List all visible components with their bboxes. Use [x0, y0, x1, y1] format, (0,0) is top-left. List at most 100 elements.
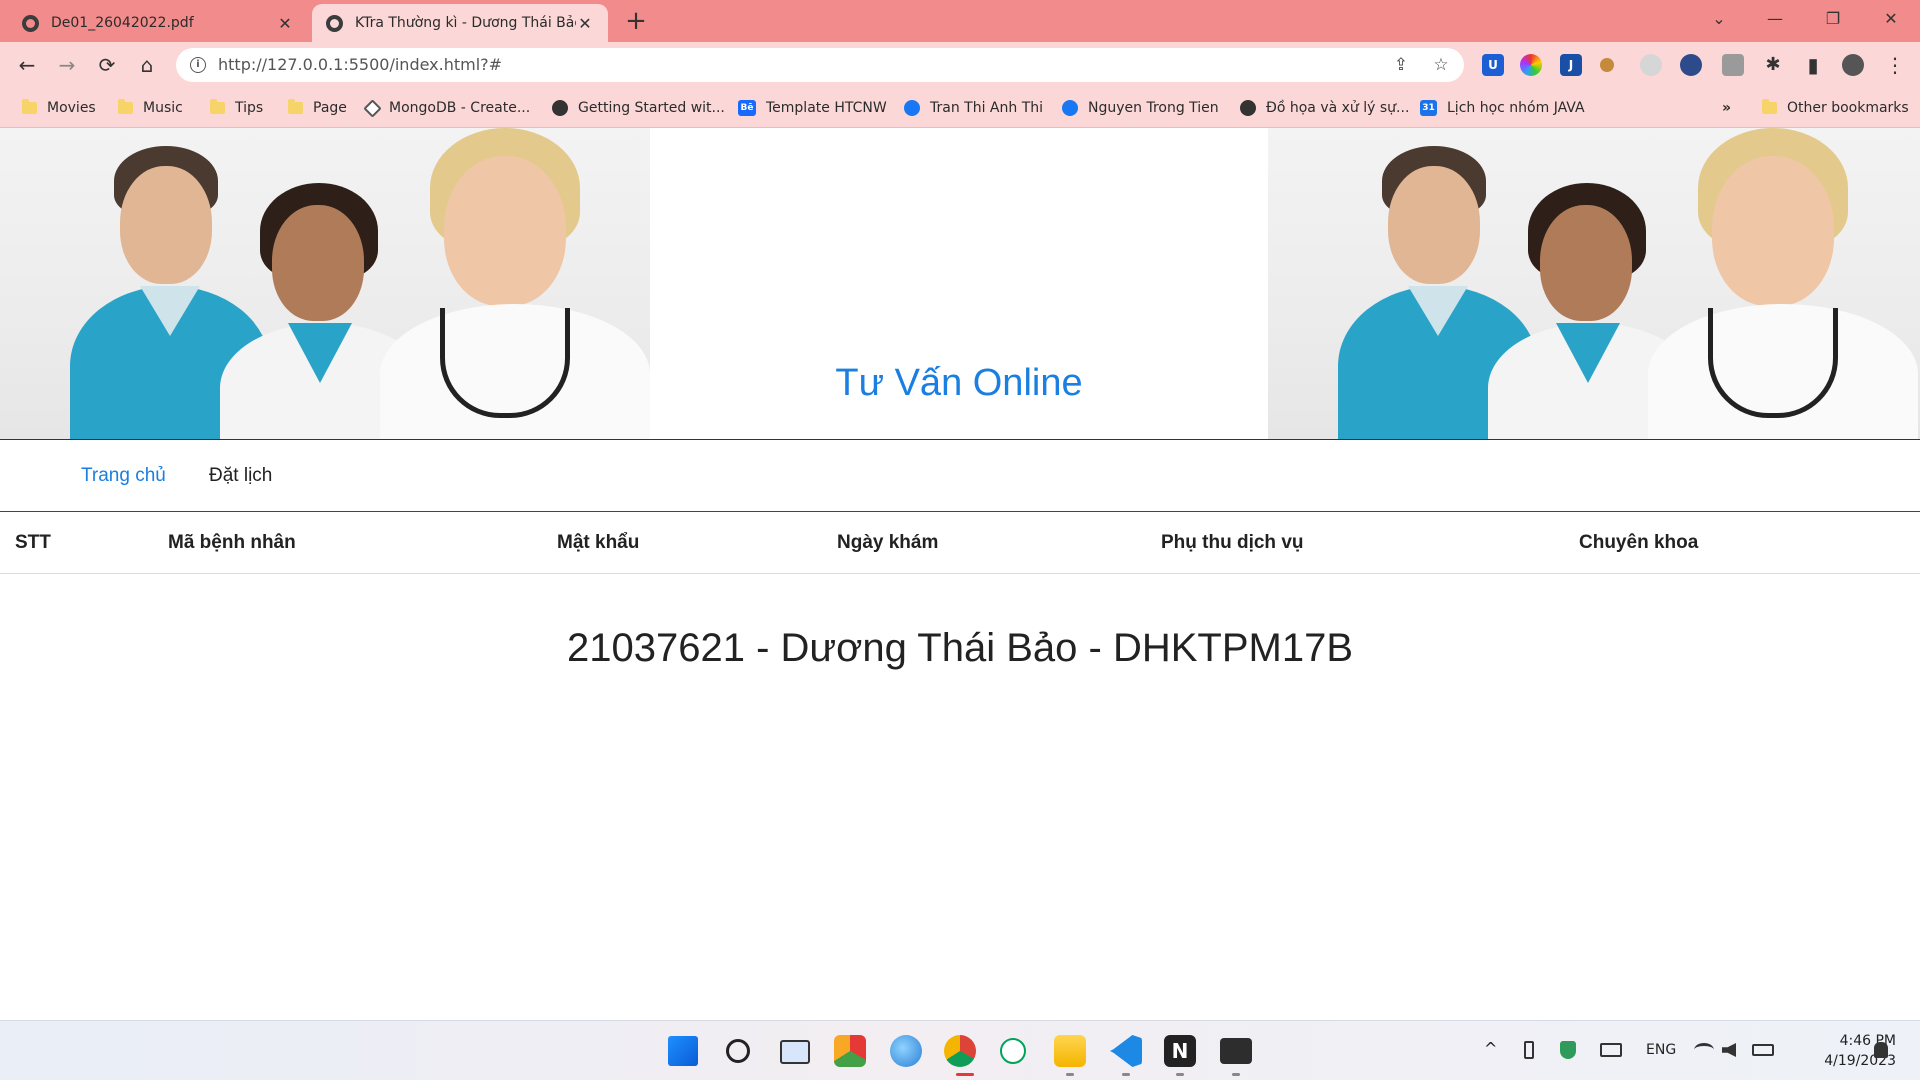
- tab-pdf[interactable]: De01_26042022.pdf ✕: [8, 4, 308, 42]
- tab-search-button[interactable]: ⌄: [1696, 0, 1742, 38]
- bookmark-star-icon[interactable]: ☆: [1430, 54, 1452, 76]
- bookmark-movies[interactable]: Movies: [22, 98, 96, 118]
- usb-icon[interactable]: [1524, 1041, 1534, 1059]
- profile-extension-icon[interactable]: [1680, 54, 1702, 76]
- folder-icon: [118, 99, 133, 114]
- site-navbar: Trang chủ Đặt lịch: [0, 441, 1920, 512]
- notification-bell-icon[interactable]: [1874, 1042, 1888, 1058]
- mongodb-icon: [363, 98, 382, 118]
- file-explorer-icon[interactable]: [1054, 1035, 1086, 1067]
- bookmarks-overflow-button[interactable]: »: [1722, 98, 1731, 118]
- column-header-phu-thu: Phụ thu dịch vụ: [1161, 532, 1304, 553]
- avatar[interactable]: [1842, 54, 1864, 76]
- windows-start-icon[interactable]: [668, 1036, 698, 1066]
- close-tab-icon[interactable]: ✕: [576, 14, 594, 33]
- tab-active-page[interactable]: KTra Thường kì - Dương Thái Bảo ✕: [312, 4, 608, 42]
- close-window-button[interactable]: ✕: [1868, 0, 1914, 38]
- facebook-icon: [1062, 100, 1078, 116]
- column-header-stt: STT: [15, 532, 51, 553]
- globe-icon: [22, 14, 39, 32]
- browser-toolbar: ← → ⟳ ⌂ i http://127.0.0.1:5500/index.ht…: [0, 42, 1920, 88]
- wifi-icon[interactable]: [1694, 1043, 1714, 1057]
- web-page: Tư Vấn Online Trang chủ Đặt lịch STT Mã …: [0, 128, 1920, 1020]
- tab-strip: De01_26042022.pdf ✕ KTra Thường kì - Dươ…: [0, 0, 1920, 42]
- doctors-image-right: [1268, 128, 1920, 439]
- bookmark-do-hoa[interactable]: Đồ họa và xử lý sự...: [1240, 98, 1409, 118]
- folder-icon: [22, 99, 37, 114]
- keyboard-icon[interactable]: [1600, 1043, 1622, 1057]
- close-tab-icon[interactable]: ✕: [276, 14, 294, 33]
- facebook-icon: [904, 100, 920, 116]
- extensions-puzzle-icon[interactable]: ✱: [1758, 50, 1788, 80]
- bookmark-nguyen-trong-tien[interactable]: Nguyen Trong Tien: [1062, 98, 1219, 118]
- tab-title: KTra Thường kì - Dương Thái Bảo: [355, 15, 576, 31]
- share-icon[interactable]: ⇪: [1390, 54, 1412, 76]
- compass-extension-icon[interactable]: [1640, 54, 1662, 76]
- site-info-icon[interactable]: i: [190, 57, 206, 73]
- security-shield-icon[interactable]: [1560, 1041, 1576, 1059]
- camera-extension-icon[interactable]: [1722, 54, 1744, 76]
- minimize-button[interactable]: —: [1752, 0, 1798, 38]
- cookie-extension-icon[interactable]: [1600, 58, 1614, 72]
- globe-icon: [326, 14, 343, 32]
- running-indicator: [1122, 1073, 1130, 1076]
- running-indicator: [1066, 1073, 1074, 1076]
- color-picker-extension-icon[interactable]: [1520, 54, 1542, 76]
- column-header-chuyen-khoa: Chuyên khoa: [1579, 532, 1699, 553]
- globe-icon: [552, 100, 568, 116]
- bookmark-tips[interactable]: Tips: [210, 98, 263, 118]
- calendar-icon: 31: [1420, 100, 1437, 116]
- tab-title: De01_26042022.pdf: [51, 15, 194, 31]
- url-text[interactable]: http://127.0.0.1:5500/index.html?#: [218, 48, 502, 82]
- forward-button[interactable]: →: [52, 50, 82, 80]
- bookmarks-bar: Movies Music Tips Page MongoDB - Create.…: [0, 88, 1920, 128]
- nav-link-dat-lich[interactable]: Đặt lịch: [209, 465, 272, 487]
- page-title: Tư Vấn Online: [835, 362, 1083, 404]
- mongodb-compass-icon[interactable]: [1000, 1038, 1026, 1064]
- task-view-icon[interactable]: [780, 1040, 810, 1064]
- bookmark-mongodb[interactable]: MongoDB - Create...: [363, 98, 530, 118]
- behance-icon: Bē: [738, 100, 756, 116]
- battery-icon[interactable]: [1752, 1044, 1774, 1056]
- running-indicator: [1176, 1073, 1184, 1076]
- vscode-icon[interactable]: [1110, 1035, 1142, 1067]
- bookmark-page[interactable]: Page: [288, 98, 347, 118]
- app-icon[interactable]: [834, 1035, 866, 1067]
- bitwarden-extension-icon[interactable]: U: [1482, 54, 1504, 76]
- address-bar[interactable]: i http://127.0.0.1:5500/index.html?# ⇪ ☆: [176, 48, 1464, 82]
- column-header-mat-khau: Mật khẩu: [557, 532, 640, 553]
- terminal-icon[interactable]: [1220, 1038, 1252, 1064]
- student-info-heading: 21037621 - Dương Thái Bảo - DHKTPM17B: [567, 626, 1353, 670]
- bookmark-lich-hoc-java[interactable]: 31 Lịch học nhóm JAVA: [1420, 98, 1585, 118]
- nav-link-trang-chu[interactable]: Trang chủ: [81, 465, 166, 487]
- restore-button[interactable]: ❐: [1810, 0, 1856, 38]
- taskbar: N ^ ENG 4:46 PM 4/19/2023: [0, 1020, 1920, 1080]
- bookmark-getting-started[interactable]: Getting Started wit...: [552, 98, 725, 118]
- column-header-ma-benh-nhan: Mã bệnh nhân: [168, 532, 296, 553]
- back-button[interactable]: ←: [12, 50, 42, 80]
- bookmark-tran-thi-anh-thi[interactable]: Tran Thi Anh Thi: [904, 98, 1043, 118]
- search-icon[interactable]: [726, 1039, 750, 1063]
- column-header-ngay-kham: Ngày khám: [837, 532, 939, 553]
- language-indicator[interactable]: ENG: [1646, 1042, 1676, 1058]
- show-hidden-icons-icon[interactable]: ^: [1484, 1039, 1497, 1058]
- other-bookmarks[interactable]: Other bookmarks: [1762, 98, 1909, 118]
- home-button[interactable]: ⌂: [132, 50, 162, 80]
- folder-icon: [210, 99, 225, 114]
- bookmark-template-htcnw[interactable]: Bē Template HTCNW: [738, 98, 887, 118]
- menu-icon[interactable]: ⋮: [1880, 50, 1910, 80]
- globe-icon: [1240, 100, 1256, 116]
- new-tab-button[interactable]: +: [620, 6, 652, 38]
- bookmark-music[interactable]: Music: [118, 98, 183, 118]
- reload-button[interactable]: ⟳: [92, 50, 122, 80]
- header-banner: Tư Vấn Online: [0, 128, 1920, 440]
- volume-icon[interactable]: [1722, 1043, 1736, 1057]
- folder-icon: [288, 99, 303, 114]
- paint-icon[interactable]: [890, 1035, 922, 1067]
- chrome-icon[interactable]: [944, 1035, 976, 1067]
- doctors-image-left: [0, 128, 650, 439]
- table-header-row: STT Mã bệnh nhân Mật khẩu Ngày khám Phụ …: [0, 514, 1920, 574]
- notion-icon[interactable]: N: [1164, 1035, 1196, 1067]
- side-panel-icon[interactable]: ▮: [1798, 50, 1828, 80]
- translate-extension-icon[interactable]: J: [1560, 54, 1582, 76]
